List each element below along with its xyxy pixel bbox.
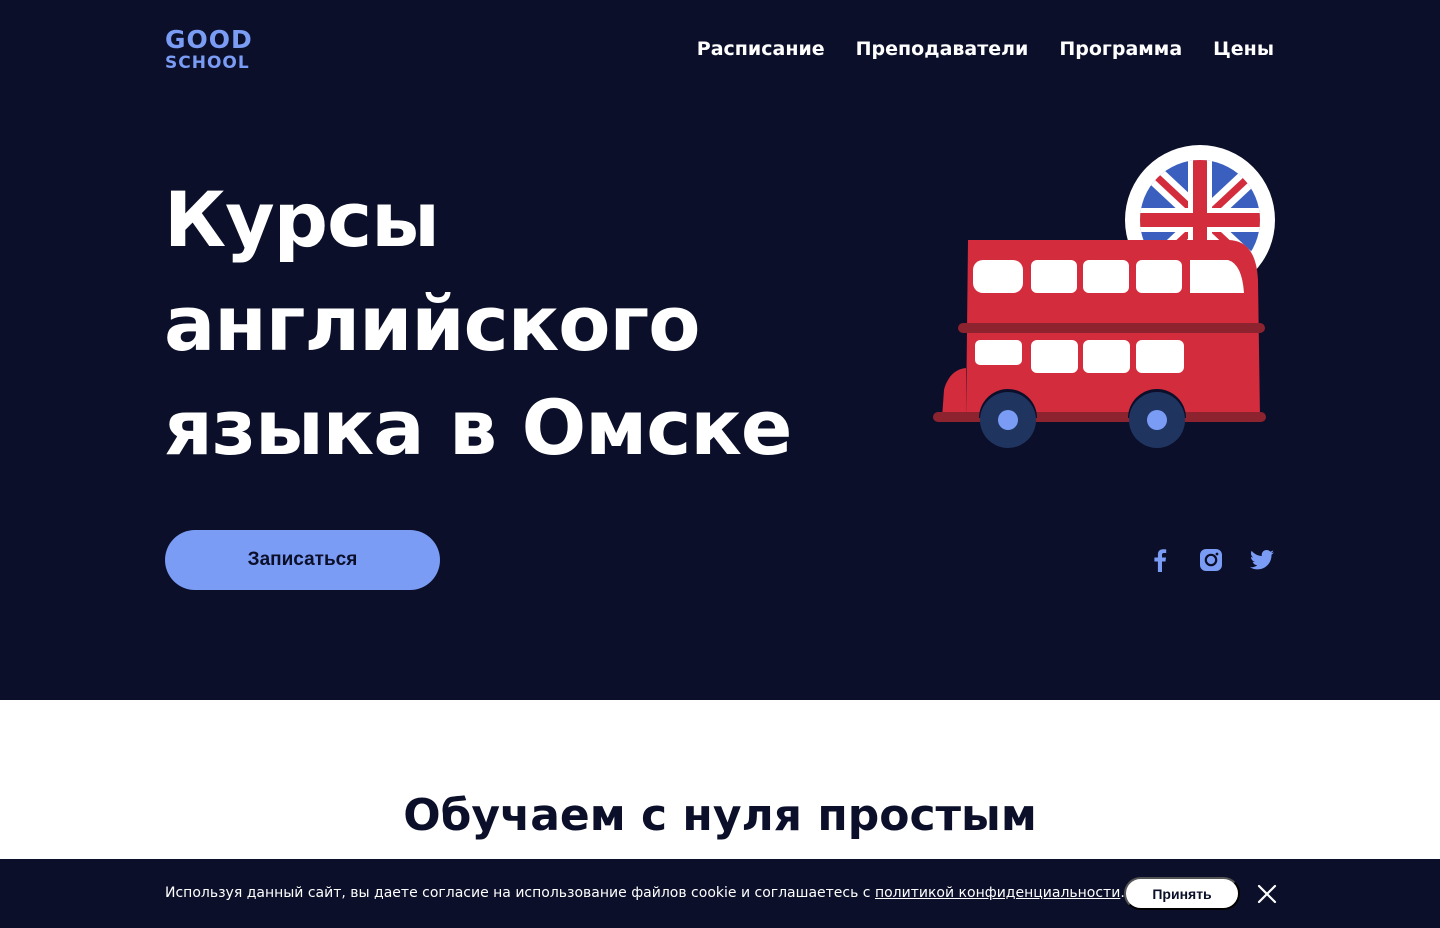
nav-program[interactable]: Программа — [1059, 38, 1182, 60]
nav-schedule[interactable]: Расписание — [697, 38, 825, 60]
logo-line1: GOOD — [165, 25, 253, 54]
twitter-icon[interactable] — [1249, 547, 1275, 573]
instagram-icon[interactable] — [1198, 547, 1224, 573]
bus-illustration — [933, 145, 1275, 448]
title-line-2: английского — [164, 279, 700, 368]
cookie-text-main: Используя данный сайт, вы даете согласие… — [165, 885, 875, 901]
hero-section: GOOD SCHOOL Расписание Преподаватели Про… — [0, 0, 1440, 700]
nav-prices[interactable]: Цены — [1213, 38, 1274, 60]
main-nav: Расписание Преподаватели Программа Цены — [697, 38, 1274, 60]
cookie-text: Используя данный сайт, вы даете согласие… — [165, 885, 1125, 901]
section-title: Обучаем с нуля простым — [403, 790, 1037, 841]
double-decker-bus-icon — [933, 240, 1266, 448]
nav-teachers[interactable]: Преподаватели — [856, 38, 1029, 60]
cookie-banner: Используя данный сайт, вы даете согласие… — [0, 859, 1440, 928]
close-icon[interactable] — [1256, 883, 1278, 905]
social-links — [1147, 547, 1275, 573]
accept-cookies-button[interactable]: Принять — [1124, 877, 1240, 910]
signup-button[interactable]: Записаться — [165, 530, 440, 590]
privacy-policy-link[interactable]: политикой конфиденциальности — [875, 885, 1120, 901]
logo[interactable]: GOOD SCHOOL — [165, 27, 253, 72]
page-title: Курсы английского языка в Омске — [164, 168, 792, 480]
title-line-1: Курсы — [164, 175, 440, 264]
logo-line2: SCHOOL — [165, 53, 250, 73]
title-line-3: языка в Омске — [164, 383, 792, 472]
facebook-icon[interactable] — [1147, 547, 1173, 573]
